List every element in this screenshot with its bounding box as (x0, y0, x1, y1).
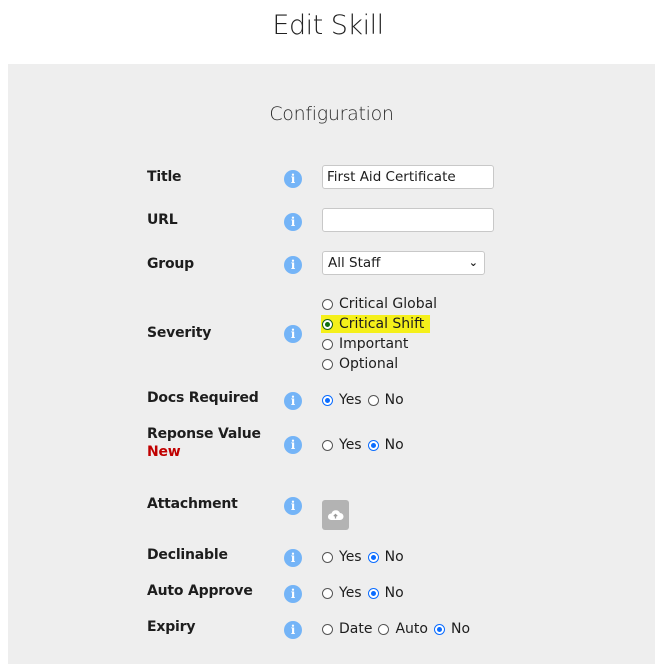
auto-approve-no[interactable]: No (367, 585, 404, 601)
declinable-radio-group: Yes No (322, 547, 410, 567)
auto-approve-yes[interactable]: Yes (322, 585, 362, 601)
severity-label: Severity (147, 325, 212, 341)
radio-button[interactable] (322, 338, 333, 350)
docs-required-yes[interactable]: Yes (322, 392, 362, 408)
group-selected-value: All Staff (328, 255, 381, 271)
response-value-radio-group: Yes No (322, 435, 410, 455)
docs-required-label: Docs Required (147, 390, 259, 406)
info-icon[interactable]: i (284, 436, 302, 454)
group-row: Group i All Staff ⌄ (8, 251, 655, 275)
url-input[interactable] (322, 208, 494, 232)
declinable-no[interactable]: No (367, 549, 404, 565)
severity-option-critical-global[interactable]: Critical Global (322, 294, 437, 314)
new-badge: New (147, 444, 181, 460)
url-label: URL (147, 212, 178, 228)
response-value-label: Reponse Value New (147, 426, 261, 460)
info-icon[interactable]: i (284, 170, 302, 188)
section-title: Configuration (269, 103, 394, 125)
severity-option-optional[interactable]: Optional (322, 354, 437, 374)
radio-button[interactable] (378, 623, 390, 635)
radio-button[interactable] (322, 358, 333, 370)
info-icon[interactable]: i (284, 256, 302, 274)
expiry-no[interactable]: No (433, 621, 470, 637)
radio-button-checked[interactable] (322, 318, 333, 330)
radio-button[interactable] (322, 623, 333, 635)
info-icon[interactable]: i (284, 325, 302, 343)
radio-button[interactable] (322, 439, 333, 451)
title-input[interactable] (322, 165, 494, 189)
expiry-date[interactable]: Date (322, 621, 372, 637)
highlighted-option: Critical Shift (321, 315, 431, 333)
group-select[interactable]: All Staff ⌄ (322, 251, 485, 275)
auto-approve-label: Auto Approve (147, 583, 253, 599)
response-value-yes[interactable]: Yes (322, 437, 362, 453)
attachment-label: Attachment (147, 496, 238, 512)
expiry-auto[interactable]: Auto (378, 621, 428, 637)
group-label: Group (147, 256, 195, 272)
radio-button[interactable] (322, 298, 333, 310)
chevron-down-icon: ⌄ (468, 256, 478, 269)
radio-button[interactable] (367, 394, 379, 406)
info-icon[interactable]: i (284, 621, 302, 639)
info-icon[interactable]: i (284, 497, 302, 515)
configuration-panel: Configuration Title i URL i Group i All … (8, 64, 655, 664)
title-label: Title (147, 169, 182, 185)
expiry-radio-group: Date Auto No (322, 619, 476, 639)
docs-required-no[interactable]: No (367, 392, 404, 408)
declinable-label: Declinable (147, 547, 228, 563)
radio-button-checked[interactable] (367, 551, 379, 563)
radio-button-checked[interactable] (367, 439, 379, 451)
radio-button[interactable] (322, 551, 333, 563)
response-value-no[interactable]: No (367, 437, 404, 453)
page-title: Edit Skill (272, 10, 384, 41)
info-icon[interactable]: i (284, 585, 302, 603)
info-icon[interactable]: i (284, 213, 302, 231)
severity-option-important[interactable]: Important (322, 334, 437, 354)
info-icon[interactable]: i (284, 549, 302, 567)
radio-button-checked[interactable] (322, 394, 333, 406)
radio-button-checked[interactable] (433, 623, 445, 635)
radio-button-checked[interactable] (367, 587, 379, 599)
auto-approve-radio-group: Yes No (322, 583, 410, 603)
cloud-upload-icon (327, 510, 344, 520)
info-icon[interactable]: i (284, 392, 302, 410)
docs-required-radio-group: Yes No (322, 390, 410, 410)
upload-attachment-button[interactable] (322, 500, 349, 530)
severity-radio-group: Critical Global Critical Shift Important… (321, 294, 437, 374)
expiry-label: Expiry (147, 619, 196, 635)
severity-option-critical-shift[interactable]: Critical Shift (321, 314, 437, 334)
radio-button[interactable] (322, 587, 333, 599)
declinable-yes[interactable]: Yes (322, 549, 362, 565)
